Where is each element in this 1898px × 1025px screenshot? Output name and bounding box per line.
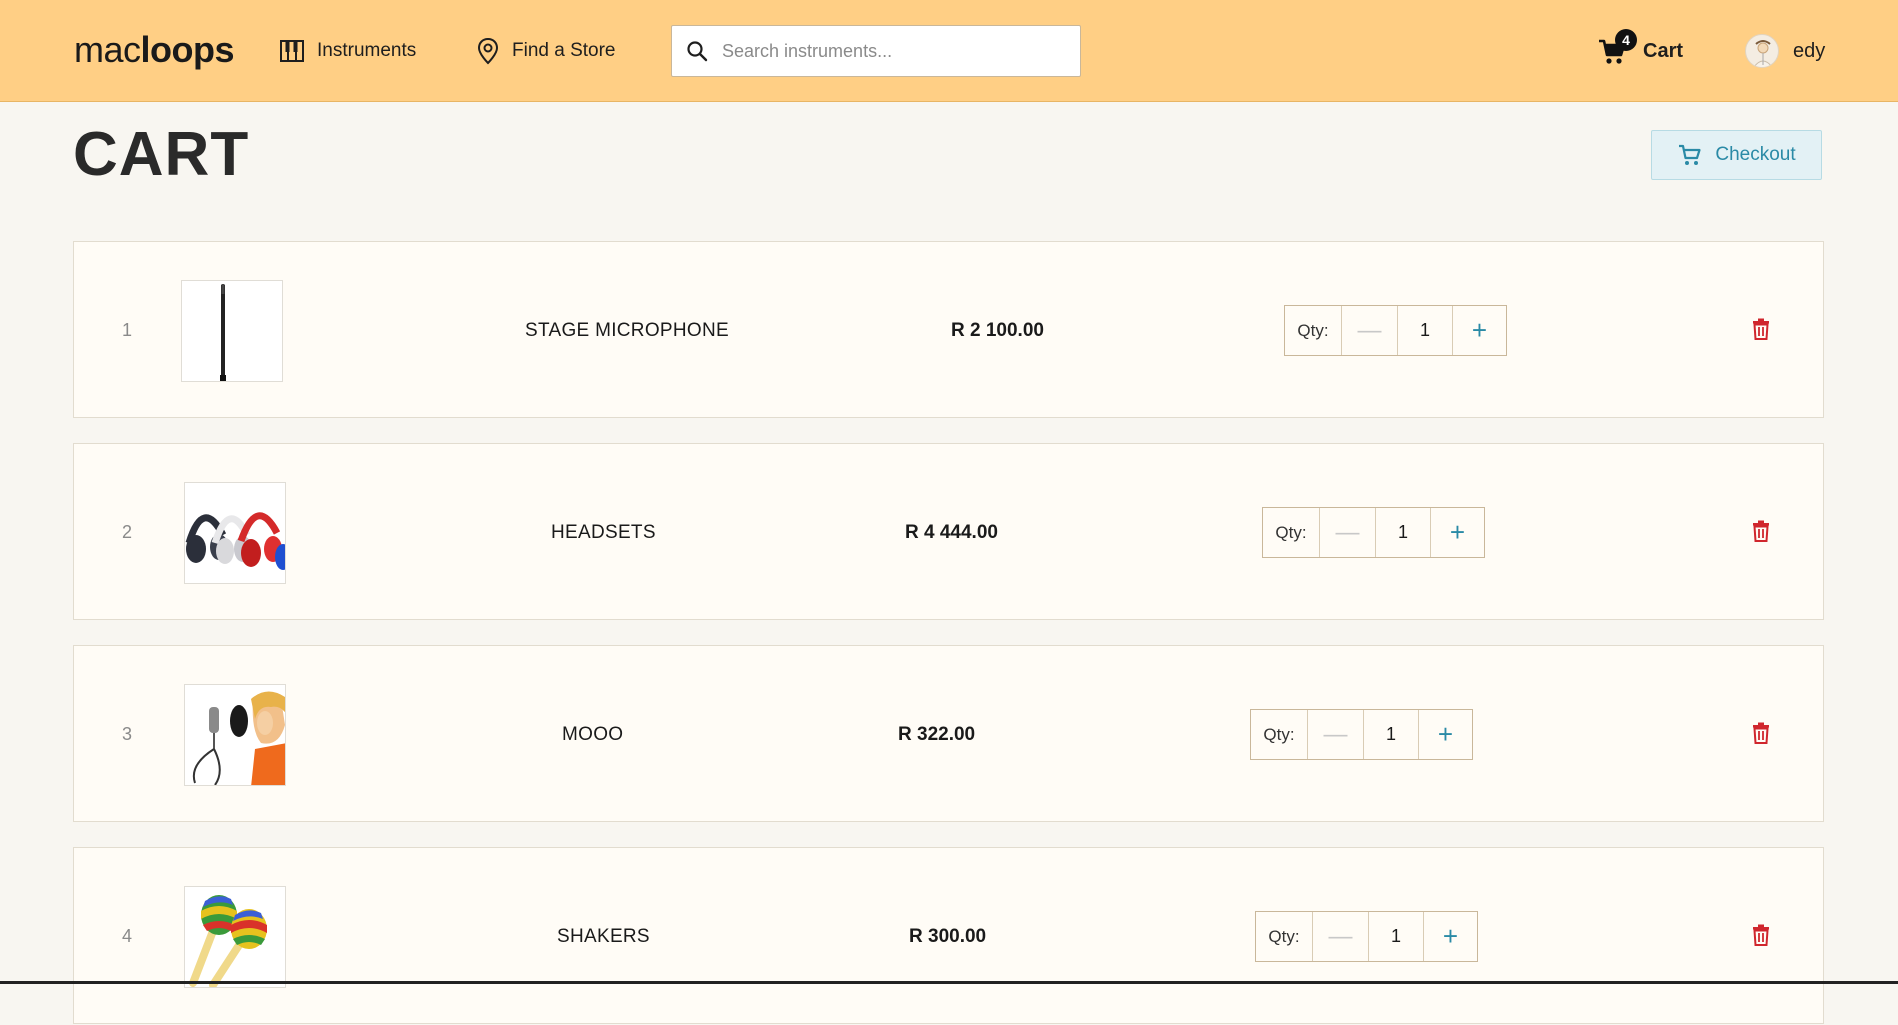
row-index: 2 [122, 522, 133, 542]
logo-text-regular: mac [74, 29, 141, 70]
qty-increase-button[interactable]: + [1419, 710, 1472, 759]
cart-link[interactable]: 4 Cart [1597, 29, 1684, 70]
row-index: 4 [122, 926, 133, 946]
nav-instruments-label: Instruments [317, 40, 417, 61]
checkout-button[interactable]: Checkout [1651, 130, 1822, 180]
qty-decrease-button[interactable]: — [1308, 710, 1364, 759]
shopping-cart-icon [1679, 144, 1701, 165]
search-input[interactable] [720, 39, 1060, 63]
product-price: R 4 444.00 [905, 521, 998, 543]
logo-text-bold: loops [140, 29, 235, 70]
qty-label: Qty: [1263, 508, 1320, 557]
search-icon [687, 41, 708, 62]
product-image-mic-stand[interactable] [181, 280, 283, 382]
product-name: STAGE MICROPHONE [525, 319, 729, 341]
product-image-studio-mic[interactable] [184, 684, 286, 786]
row-index: 3 [122, 724, 133, 744]
qty-value[interactable]: 1 [1376, 508, 1431, 557]
qty-decrease-button[interactable]: — [1313, 912, 1369, 961]
checkout-label: Checkout [1715, 144, 1796, 165]
qty-label: Qty: [1285, 306, 1342, 355]
delete-item-button[interactable] [1748, 922, 1774, 948]
quantity-stepper: Qty: — 1 + [1284, 305, 1507, 356]
delete-item-button[interactable] [1748, 518, 1774, 544]
qty-label: Qty: [1251, 710, 1308, 759]
cart-count-badge: 4 [1615, 29, 1637, 51]
cart-row: 3 MOOO R 322.00 Qty: — 1 + [73, 645, 1824, 822]
nav-find-store[interactable]: Find a Store [476, 34, 616, 68]
piano-icon [280, 40, 304, 62]
cart-row: 2 HEADSETS R 4 444.00 Qty: — 1 + [73, 443, 1824, 620]
product-name: HEADSETS [551, 521, 656, 543]
qty-increase-button[interactable]: + [1431, 508, 1484, 557]
qty-decrease-button[interactable]: — [1342, 306, 1398, 355]
cart-row: 1 STAGE MICROPHONE R 2 100.00 Qty: — 1 + [73, 241, 1824, 418]
cart-label: Cart [1643, 39, 1684, 62]
qty-value[interactable]: 1 [1364, 710, 1419, 759]
product-price: R 300.00 [909, 925, 987, 947]
trash-icon [1753, 722, 1769, 744]
product-name: SHAKERS [557, 925, 650, 947]
qty-increase-button[interactable]: + [1424, 912, 1477, 961]
page-title: CART [73, 120, 250, 189]
qty-decrease-button[interactable]: — [1320, 508, 1376, 557]
top-navigation-bar: macloops Instruments Find a Store Search… [0, 0, 1898, 102]
quantity-stepper: Qty: — 1 + [1250, 709, 1473, 760]
nav-instruments[interactable]: Instruments [279, 34, 416, 68]
avatar [1745, 34, 1779, 68]
product-price: R 2 100.00 [951, 319, 1044, 341]
trash-icon [1753, 520, 1769, 542]
logo[interactable]: macloops [74, 26, 235, 74]
qty-value[interactable]: 1 [1398, 306, 1453, 355]
qty-increase-button[interactable]: + [1453, 306, 1506, 355]
location-pin-icon [477, 37, 499, 65]
product-image-maracas[interactable] [184, 886, 286, 988]
trash-icon [1753, 924, 1769, 946]
product-price: R 322.00 [898, 723, 976, 745]
user-name: edy [1793, 39, 1826, 62]
product-name: MOOO [562, 723, 624, 745]
search-bar [671, 25, 1081, 77]
qty-value[interactable]: 1 [1369, 912, 1424, 961]
cart-row: 4 SHAKERS R 300.00 Qty: — 1 + [73, 847, 1824, 1024]
nav-find-store-label: Find a Store [512, 40, 616, 61]
qty-label: Qty: [1256, 912, 1313, 961]
user-menu[interactable]: edy [1745, 32, 1825, 70]
quantity-stepper: Qty: — 1 + [1255, 911, 1478, 962]
delete-item-button[interactable] [1748, 316, 1774, 342]
cart-icon-wrap: 4 [1597, 29, 1637, 67]
delete-item-button[interactable] [1748, 720, 1774, 746]
trash-icon [1753, 318, 1769, 340]
product-image-headphones[interactable] [184, 482, 286, 584]
row-index: 1 [122, 320, 133, 340]
quantity-stepper: Qty: — 1 + [1262, 507, 1485, 558]
